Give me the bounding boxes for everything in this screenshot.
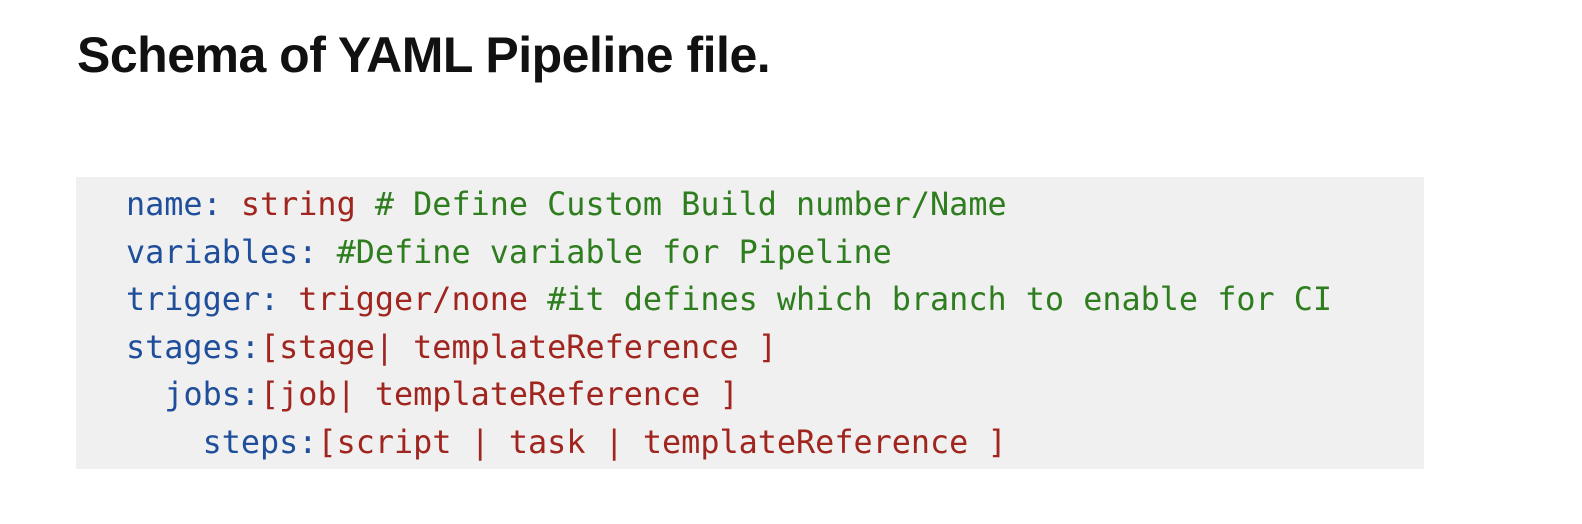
yaml-value: string	[221, 186, 356, 223]
yaml-key: steps:	[202, 423, 318, 461]
code-line-variables: variables: #Define variable for Pipeline	[126, 229, 1424, 277]
yaml-comment: #Define variable for Pipeline	[317, 233, 892, 271]
yaml-comment: # Define Custom Build number/Name	[355, 186, 1007, 223]
code-line-name: name: string # Define Custom Build numbe…	[126, 181, 1424, 229]
code-line-jobs: jobs:[job| templateReference ]	[126, 371, 1424, 419]
yaml-key: variables:	[126, 233, 318, 271]
yaml-value: [job| templateReference ]	[260, 376, 739, 413]
yaml-key: jobs:	[164, 376, 261, 413]
yaml-key: name:	[126, 186, 222, 223]
yaml-comment: #it defines which branch to enable for C…	[528, 281, 1333, 318]
code-line-stages: stages:[stage| templateReference ]	[126, 324, 1424, 372]
code-line-trigger: trigger: trigger/none #it defines which …	[126, 276, 1424, 324]
yaml-value: [stage| templateReference ]	[260, 328, 777, 366]
page-title: Schema of YAML Pipeline file.	[77, 27, 771, 83]
code-block: name: string # Define Custom Build numbe…	[76, 177, 1424, 469]
yaml-value: trigger/none	[279, 281, 529, 318]
code-line-steps: steps:[script | task | templateReference…	[126, 419, 1424, 467]
yaml-key: stages:	[126, 328, 261, 366]
yaml-value: [script | task | templateReference ]	[317, 423, 1007, 461]
yaml-key: trigger:	[126, 281, 280, 318]
